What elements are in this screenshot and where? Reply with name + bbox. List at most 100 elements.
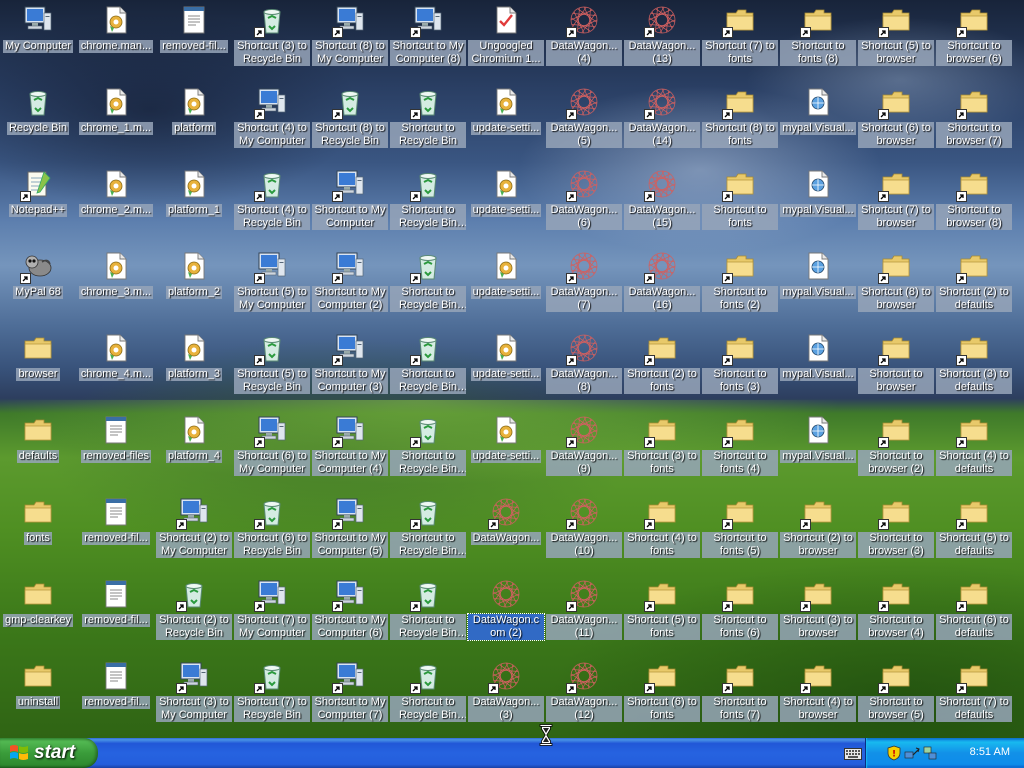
- desktop-icon-platform-3[interactable]: platform_3: [156, 330, 232, 410]
- desktop-icon-mypal-68[interactable]: MyPal 68: [0, 248, 76, 328]
- desktop-icon-defaults[interactable]: defaults: [0, 412, 76, 492]
- desktop-icon-shortcut-to-browser-8[interactable]: Shortcut to browser (8): [936, 166, 1012, 246]
- desktop-icon-shortcut-8-to-my-computer[interactable]: Shortcut (8) to My Computer: [312, 2, 388, 82]
- desktop-icon-uninstall[interactable]: uninstall: [0, 658, 76, 738]
- desktop-icon-shortcut-to-browser[interactable]: Shortcut to browser: [858, 330, 934, 410]
- desktop-icon-shortcut-to-fonts-7[interactable]: Shortcut to fonts (7): [702, 658, 778, 738]
- desktop-icon-shortcut-to-my-computer-4[interactable]: Shortcut to My Computer (4): [312, 412, 388, 492]
- desktop-icon-shortcut-to-browser-7[interactable]: Shortcut to browser (7): [936, 84, 1012, 164]
- desktop-icon-recycle-bin[interactable]: Recycle Bin: [0, 84, 76, 164]
- desktop-icon-chrome-4-m[interactable]: chrome_4.m...: [78, 330, 154, 410]
- desktop-icon-datawagon-3[interactable]: DataWagon... (3): [468, 658, 544, 738]
- desktop-icon-gmp-clearkey[interactable]: gmp-clearkey: [0, 576, 76, 656]
- desktop-icon-shortcut-to-fonts-4[interactable]: Shortcut to fonts (4): [702, 412, 778, 492]
- desktop-icon-shortcut-3-to-browser[interactable]: Shortcut (3) to browser: [780, 576, 856, 656]
- desktop-icon-shortcut-2-to-fonts[interactable]: Shortcut (2) to fonts: [624, 330, 700, 410]
- desktop-icon-shortcut-to-my-computer-6[interactable]: Shortcut to My Computer (6): [312, 576, 388, 656]
- desktop-icon-shortcut-4-to-defaults[interactable]: Shortcut (4) to defaults: [936, 412, 1012, 492]
- desktop-icon-datawagon-8[interactable]: DataWagon... (8): [546, 330, 622, 410]
- desktop-icon-update-setti[interactable]: update-setti...: [468, 248, 544, 328]
- desktop-icon-shortcut-5-to-defaults[interactable]: Shortcut (5) to defaults: [936, 494, 1012, 574]
- desktop-icon-shortcut-6-to-fonts[interactable]: Shortcut (6) to fonts: [624, 658, 700, 738]
- desktop-icon-shortcut-to-fonts-8[interactable]: Shortcut to fonts (8): [780, 2, 856, 82]
- desktop-icon-mypal-visual[interactable]: mypal.Visual...: [780, 330, 856, 410]
- desktop-icon-datawagon[interactable]: DataWagon...: [468, 494, 544, 574]
- desktop-icon-shortcut-to-browser-5[interactable]: Shortcut to browser (5): [858, 658, 934, 738]
- desktop-icon-platform-2[interactable]: platform_2: [156, 248, 232, 328]
- desktop-icon-datawagon-5[interactable]: DataWagon... (5): [546, 84, 622, 164]
- desktop-icon-shortcut-to-my-computer-5[interactable]: Shortcut to My Computer (5): [312, 494, 388, 574]
- desktop-icon-shortcut-to-my-computer-8[interactable]: Shortcut to My Computer (8): [390, 2, 466, 82]
- desktop-icon-shortcut-to-recycle-bin[interactable]: Shortcut to Recycle Bin: [390, 84, 466, 164]
- desktop-icon-shortcut-7-to-my-computer[interactable]: Shortcut (7) to My Computer: [234, 576, 310, 656]
- desktop-icon-shortcut-to-my-computer[interactable]: Shortcut to My Computer: [312, 166, 388, 246]
- keyboard-icon[interactable]: [844, 748, 862, 760]
- desktop-icon-shortcut-to-my-computer-7[interactable]: Shortcut to My Computer (7): [312, 658, 388, 738]
- desktop-icon-datawagon-13[interactable]: DataWagon... (13): [624, 2, 700, 82]
- network-2-icon[interactable]: [922, 745, 938, 761]
- desktop-icon-datawagon-12[interactable]: DataWagon... (12): [546, 658, 622, 738]
- desktop-icon-shortcut-to-fonts-5[interactable]: Shortcut to fonts (5): [702, 494, 778, 574]
- desktop-icon-datawagon-4[interactable]: DataWagon... (4): [546, 2, 622, 82]
- desktop-icon-removed-fil[interactable]: removed-fil...: [156, 2, 232, 82]
- desktop-icon-datawagon-com-2[interactable]: DataWagon.com (2): [467, 576, 545, 656]
- desktop-icon-shortcut-8-to-browser[interactable]: Shortcut (8) to browser: [858, 248, 934, 328]
- desktop-icon-shortcut-3-to-fonts[interactable]: Shortcut (3) to fonts: [624, 412, 700, 492]
- desktop-icon-datawagon-15[interactable]: DataWagon... (15): [624, 166, 700, 246]
- desktop-icon-ungoogled-chromium-1[interactable]: Ungoogled Chromium 1...: [468, 2, 544, 82]
- desktop-icon-shortcut-7-to-defaults[interactable]: Shortcut (7) to defaults: [936, 658, 1012, 738]
- desktop-icon-shortcut-to-my-computer-2[interactable]: Shortcut to My Computer (2): [312, 248, 388, 328]
- desktop-icon-shortcut-6-to-recycle-bin[interactable]: Shortcut (6) to Recycle Bin: [234, 494, 310, 574]
- desktop-icon-shortcut-5-to-browser[interactable]: Shortcut (5) to browser: [858, 2, 934, 82]
- desktop-icon-platform-1[interactable]: platform_1: [156, 166, 232, 246]
- desktop-icon-removed-files[interactable]: removed-files: [78, 412, 154, 492]
- desktop-icon-shortcut-4-to-my-computer[interactable]: Shortcut (4) to My Computer: [234, 84, 310, 164]
- desktop-icon-s[interactable]: S: [1014, 2, 1024, 82]
- desktop-icon-shortcut-7-to-browser[interactable]: Shortcut (7) to browser: [858, 166, 934, 246]
- desktop-icon-datawagon-16[interactable]: DataWagon... (16): [624, 248, 700, 328]
- desktop-icon-shortcut-to-recycle-bin-7[interactable]: Shortcut to Recycle Bin (7): [390, 576, 466, 656]
- desktop-icon-shortcut-4-to-browser[interactable]: Shortcut (4) to browser: [780, 658, 856, 738]
- security-shield-icon[interactable]: !: [886, 745, 902, 761]
- desktop-icon-shortcut-to-browser-2[interactable]: Shortcut to browser (2): [858, 412, 934, 492]
- desktop-icon-update-setti[interactable]: update-setti...: [468, 330, 544, 410]
- network-icon[interactable]: [904, 745, 920, 761]
- desktop-icon-shortcut-8-to-fonts[interactable]: Shortcut (8) to fonts: [702, 84, 778, 164]
- desktop-icon-datawagon-6[interactable]: DataWagon... (6): [546, 166, 622, 246]
- desktop-icon-shortcut-8-to-recycle-bin[interactable]: Shortcut (8) to Recycle Bin: [312, 84, 388, 164]
- desktop-icon-shortcut-to-browser-4[interactable]: Shortcut to browser (4): [858, 576, 934, 656]
- desktop-icon-shortcut-3-to-defaults[interactable]: Shortcut (3) to defaults: [936, 330, 1012, 410]
- desktop-icon-chrome-1-m[interactable]: chrome_1.m...: [78, 84, 154, 164]
- desktop-icon-shortcut-to-my-computer-3[interactable]: Shortcut to My Computer (3): [312, 330, 388, 410]
- desktop-icon-shortcut-2-to-defaults[interactable]: Shortcut (2) to defaults: [936, 248, 1012, 328]
- desktop-icon-update-setti[interactable]: update-setti...: [468, 84, 544, 164]
- desktop-icon-shortcut-5-to-my-computer[interactable]: Shortcut (5) to My Computer: [234, 248, 310, 328]
- desktop-icon-shortcut-6-to-browser[interactable]: Shortcut (6) to browser: [858, 84, 934, 164]
- clock[interactable]: 8:51 AM: [970, 746, 1010, 758]
- desktop-icon-datawagon-14[interactable]: DataWagon... (14): [624, 84, 700, 164]
- desktop-icon-shortcut-7-to-fonts[interactable]: Shortcut (7) to fonts: [702, 2, 778, 82]
- desktop-icon-notepad[interactable]: Notepad++: [0, 166, 76, 246]
- desktop-icon-platform[interactable]: platform: [156, 84, 232, 164]
- desktop-icon-mypal-visual[interactable]: mypal.Visual...: [780, 248, 856, 328]
- desktop-icon-shortcut-to-recycle-bin-8[interactable]: Shortcut to Recycle Bin (8): [390, 658, 466, 738]
- desktop-icon-chrome-man[interactable]: chrome.man...: [78, 2, 154, 82]
- desktop-icon-removed-fil[interactable]: removed-fil...: [78, 658, 154, 738]
- desktop-icon-chrome-2-m[interactable]: chrome_2.m...: [78, 166, 154, 246]
- desktop-icon-browser[interactable]: browser: [0, 330, 76, 410]
- desktop-icon-mypal-visual[interactable]: mypal.Visual...: [780, 166, 856, 246]
- desktop-icon-datawagon-11[interactable]: DataWagon... (11): [546, 576, 622, 656]
- desktop-icon-shortcut-2-to-browser[interactable]: Shortcut (2) to browser: [780, 494, 856, 574]
- desktop-icon-update-setti[interactable]: update-setti...: [468, 412, 544, 492]
- desktop-icon-shortcut-to-recycle-bin-5[interactable]: Shortcut to Recycle Bin (5): [390, 412, 466, 492]
- desktop-icon-shortcut-6-to-defaults[interactable]: Shortcut (6) to defaults: [936, 576, 1012, 656]
- desktop-icon-shortcut-2-to-recycle-bin[interactable]: Shortcut (2) to Recycle Bin: [156, 576, 232, 656]
- desktop-icon-chrome-3-m[interactable]: chrome_3.m...: [78, 248, 154, 328]
- desktop[interactable]: My Computer Recycle Bin Notepad++ MyPal 68 b…: [0, 0, 1024, 738]
- desktop-icon-removed-fil[interactable]: removed-fil...: [78, 494, 154, 574]
- desktop-icon-shortcut-3-to-my-computer[interactable]: Shortcut (3) to My Computer: [156, 658, 232, 738]
- desktop-icon-datawagon-9[interactable]: DataWagon... (9): [546, 412, 622, 492]
- start-button[interactable]: start: [0, 738, 98, 768]
- desktop-icon-shortcut-to-recycle-bin-6[interactable]: Shortcut to Recycle Bin (6): [390, 494, 466, 574]
- desktop-icon-shortcut-6-to-my-computer[interactable]: Shortcut (6) to My Computer: [234, 412, 310, 492]
